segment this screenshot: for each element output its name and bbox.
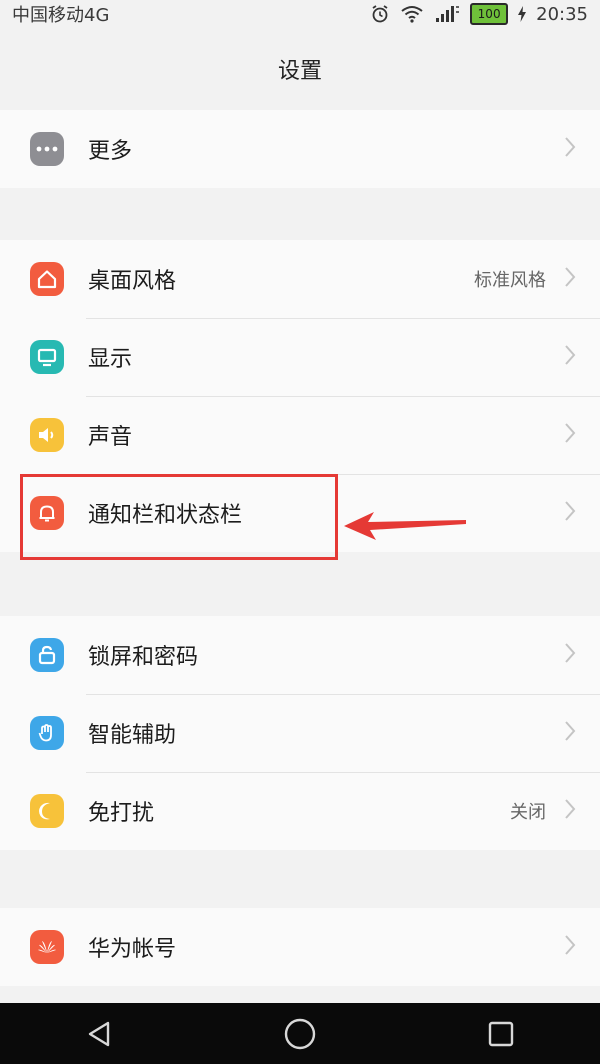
status-icons: 100 20:35	[370, 3, 588, 25]
speaker-icon	[30, 418, 64, 452]
navigation-bar	[0, 1003, 600, 1064]
chevron-right-icon	[564, 934, 576, 960]
chevron-right-icon	[564, 500, 576, 526]
recents-button[interactable]	[486, 1019, 516, 1049]
settings-item-label: 显示	[88, 347, 133, 372]
settings-item-label: 锁屏和密码	[88, 645, 199, 670]
hand-icon	[30, 716, 64, 750]
page-title-bar: 设置	[0, 28, 600, 111]
settings-item-label: 声音	[88, 425, 133, 450]
settings-item-display[interactable]: 显示	[0, 318, 600, 396]
charging-icon	[518, 6, 527, 22]
settings-item-label: 更多	[88, 139, 133, 164]
settings-item-sound[interactable]: 声音	[0, 396, 600, 474]
lock-icon	[30, 638, 64, 672]
settings-item-label: 桌面风格	[88, 269, 177, 294]
annotation-arrow-icon	[344, 512, 466, 540]
settings-item-huawei-account[interactable]: 华为帐号	[0, 908, 600, 986]
back-triangle-icon	[89, 1021, 110, 1046]
status-bar: 中国移动4G 100 20:35	[0, 0, 600, 28]
back-button[interactable]	[84, 1019, 114, 1049]
wifi-icon	[400, 5, 424, 23]
settings-item-value: 关闭	[510, 802, 546, 823]
recents-square-icon	[488, 1021, 513, 1046]
alarm-icon	[370, 4, 390, 24]
chevron-right-icon	[564, 344, 576, 370]
chevron-right-icon	[564, 642, 576, 668]
settings-group-more: 更多	[0, 110, 600, 188]
home-button[interactable]	[283, 1017, 317, 1051]
moon-icon	[30, 794, 64, 828]
settings-item-smart-assist[interactable]: 智能辅助	[0, 694, 600, 772]
settings-screen: 中国移动4G 100 20:35 设置 更多 桌面风格 标准风格 显示 声音 通…	[0, 0, 600, 1064]
carrier-label: 中国移动4G	[12, 5, 110, 26]
settings-item-do-not-disturb[interactable]: 免打扰 关闭	[0, 772, 600, 850]
settings-item-value: 标准风格	[474, 270, 546, 291]
settings-group-security: 锁屏和密码 智能辅助 免打扰 关闭	[0, 616, 600, 850]
page-title: 设置	[277, 59, 322, 84]
settings-item-lockscreen-password[interactable]: 锁屏和密码	[0, 616, 600, 694]
display-icon	[30, 340, 64, 374]
settings-item-label: 华为帐号	[88, 937, 177, 962]
settings-item-desktop-style[interactable]: 桌面风格 标准风格	[0, 240, 600, 318]
annotation-highlight-box	[20, 474, 338, 560]
battery-indicator: 100	[470, 3, 509, 25]
chevron-right-icon	[564, 266, 576, 292]
chevron-right-icon	[564, 136, 576, 162]
huawei-icon	[30, 930, 64, 964]
signal-icon	[434, 4, 460, 24]
chevron-right-icon	[564, 720, 576, 746]
settings-item-label: 智能辅助	[88, 723, 177, 748]
chevron-right-icon	[564, 422, 576, 448]
home-icon	[30, 262, 64, 296]
chevron-right-icon	[564, 798, 576, 824]
clock: 20:35	[536, 3, 588, 25]
more-icon	[30, 132, 64, 166]
home-circle-icon	[284, 1018, 316, 1049]
settings-item-more[interactable]: 更多	[0, 110, 600, 188]
settings-group-account: 华为帐号	[0, 908, 600, 986]
settings-item-label: 免打扰	[88, 801, 155, 826]
